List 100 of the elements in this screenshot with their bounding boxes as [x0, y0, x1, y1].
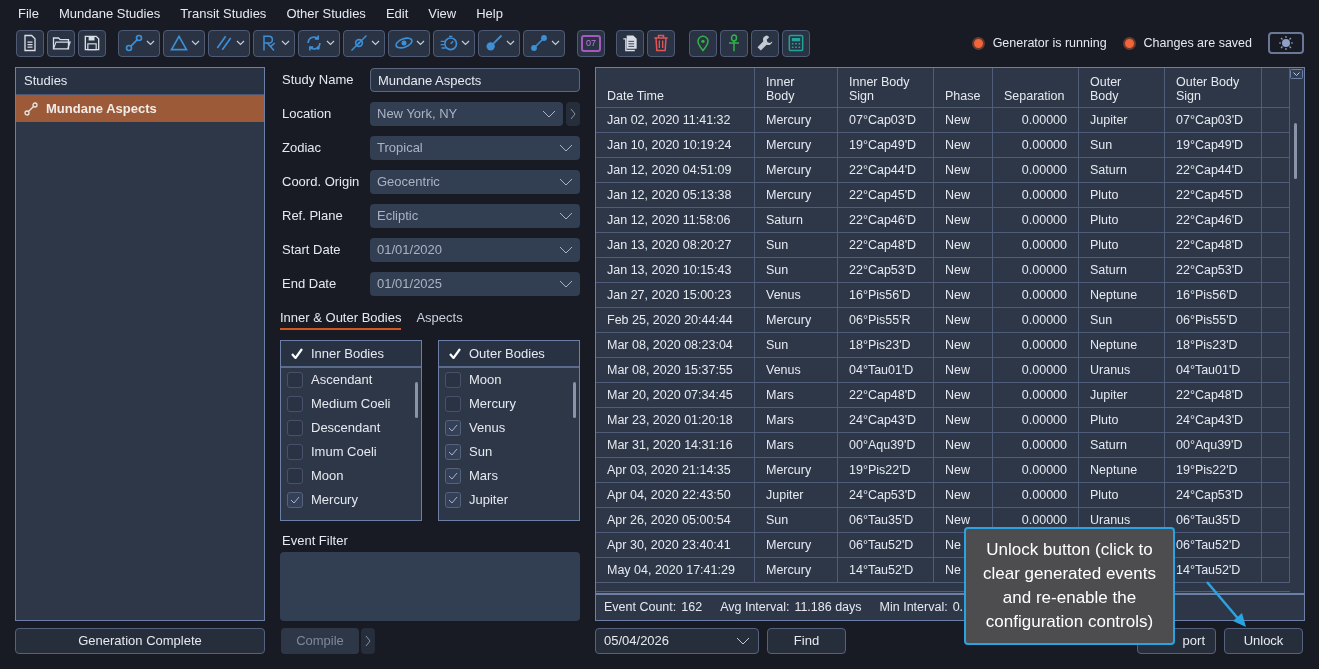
select-field[interactable]: 01/01/2025 — [370, 272, 580, 296]
column-header[interactable]: Date Time — [596, 68, 755, 108]
table-cell-text: 07°Cap03'D — [849, 111, 917, 129]
checkbox[interactable] — [287, 444, 303, 460]
table-cell-text: 22°Cap46'D — [1176, 211, 1244, 229]
scrollbar-thumb[interactable] — [415, 382, 418, 418]
scrollbar-thumb[interactable] — [1294, 123, 1297, 179]
unlock-button[interactable]: Unlock — [1224, 628, 1303, 654]
toolbar-button[interactable] — [616, 29, 644, 57]
study-name: Mundane Aspects — [46, 99, 157, 118]
table-cell-text: Jan 13, 2020 10:15:43 — [607, 261, 732, 279]
table-cell-text: 0.00000 — [1021, 111, 1067, 129]
tab[interactable]: Aspects — [416, 308, 463, 330]
toolbar-button[interactable] — [78, 29, 106, 57]
chevron-button[interactable] — [361, 628, 375, 654]
text-field[interactable]: Mundane Aspects — [370, 68, 580, 92]
column-header[interactable]: Separation — [993, 68, 1079, 108]
dropdown-button[interactable] — [388, 29, 430, 57]
dropdown-button[interactable] — [298, 29, 340, 57]
list-item-label: Mercury — [469, 395, 516, 414]
dropdown-button[interactable] — [253, 29, 295, 57]
table-cell-text: 0.00000 — [1021, 286, 1067, 304]
study-item[interactable]: Mundane Aspects — [16, 95, 264, 122]
checkbox[interactable] — [287, 468, 303, 484]
toolbar-button[interactable] — [47, 29, 75, 57]
checkbox[interactable] — [445, 420, 461, 436]
checkbox[interactable] — [445, 492, 461, 508]
list-item-label: Moon — [469, 371, 502, 390]
table-cell-text: 06°Tau35'D — [849, 511, 914, 529]
select-field[interactable]: Tropical — [370, 136, 580, 160]
table-cell-text: 0.00000 — [1021, 361, 1067, 379]
tab[interactable]: Inner & Outer Bodies — [280, 308, 402, 330]
column-header[interactable]: Inner Body — [755, 68, 838, 108]
checkbox[interactable] — [287, 396, 303, 412]
dropdown-button[interactable] — [343, 29, 385, 57]
table-cell-text: Neptune — [1090, 336, 1138, 354]
menu-item[interactable]: Mundane Studies — [50, 4, 169, 24]
dropdown-button[interactable] — [163, 29, 205, 57]
chevron-down-icon — [559, 246, 573, 254]
menu-item[interactable]: Edit — [377, 4, 417, 24]
table-cell-text: Ne — [945, 561, 961, 579]
dropdown-button[interactable] — [208, 29, 250, 57]
table-cell-text: Sun — [766, 336, 789, 354]
checkbox[interactable] — [287, 492, 303, 508]
toolbar-button[interactable] — [782, 29, 810, 57]
column-header[interactable]: Outer Body Sign — [1165, 68, 1262, 108]
table-cell-text: Mercury — [766, 561, 812, 579]
checkbox[interactable] — [287, 372, 303, 388]
toolbar-button[interactable] — [751, 29, 779, 57]
table-cell-text: Sun — [766, 511, 789, 529]
table-cell-text: New — [945, 461, 970, 479]
select-field[interactable]: Ecliptic — [370, 204, 580, 228]
scrollbar-thumb[interactable] — [573, 382, 576, 418]
check-mark[interactable] — [291, 348, 303, 359]
checkbox[interactable] — [445, 396, 461, 412]
theme-toggle-button[interactable] — [1268, 32, 1304, 54]
checkbox[interactable] — [445, 444, 461, 460]
list-item-label: Sun — [469, 443, 493, 462]
select-field[interactable]: New York, NY — [370, 102, 563, 126]
list-header: Outer Bodies — [469, 344, 545, 363]
toolbar-button[interactable] — [689, 29, 717, 57]
generation-complete-button[interactable]: Generation Complete — [15, 628, 265, 654]
dropdown-button[interactable] — [433, 29, 475, 57]
event-filter-field[interactable] — [280, 552, 580, 621]
sun-icon — [1279, 36, 1293, 50]
table-cell-text: 00°Aqu39'D — [849, 436, 916, 454]
table-cell-text: New — [945, 311, 970, 329]
find-button[interactable]: Find — [767, 628, 846, 654]
chevron-button[interactable] — [566, 102, 580, 126]
column-menu-icon[interactable] — [1290, 69, 1303, 79]
toolbar-button[interactable] — [720, 29, 748, 57]
table-cell-text: 22°Cap48'D — [849, 386, 917, 404]
select-field[interactable]: 01/01/2020 — [370, 238, 580, 262]
table-cell-text: Pluto — [1090, 211, 1119, 229]
toolbar-button[interactable] — [16, 29, 44, 57]
pointer-arrow — [1205, 580, 1247, 628]
table-cell-text: Apr 30, 2020 23:40:41 — [607, 536, 731, 554]
column-header[interactable]: Phase — [934, 68, 993, 108]
select-field[interactable]: Geocentric — [370, 170, 580, 194]
column-header[interactable]: Inner Body Sign — [838, 68, 934, 108]
stat-label: Event Count: — [604, 599, 677, 617]
dropdown-button[interactable] — [523, 29, 565, 57]
menu-item[interactable]: Help — [468, 4, 511, 24]
table-cell-text: Mercury — [766, 186, 812, 204]
dropdown-button[interactable] — [118, 29, 160, 57]
checkbox[interactable] — [445, 468, 461, 484]
table-cell-text: Venus — [766, 361, 801, 379]
check-mark[interactable] — [449, 348, 461, 359]
menu-item[interactable]: Other Studies — [278, 4, 374, 24]
field-label: Ref. Plane — [281, 207, 344, 226]
menu-item[interactable]: File — [10, 4, 47, 24]
column-header[interactable]: Outer Body — [1079, 68, 1165, 108]
toolbar-button[interactable]: 07 — [577, 29, 605, 57]
menu-item[interactable]: Transit Studies — [172, 4, 275, 24]
checkbox[interactable] — [287, 420, 303, 436]
dropdown-button[interactable] — [478, 29, 520, 57]
checkbox[interactable] — [445, 372, 461, 388]
table-cell-text: 24°Cap43'D — [1176, 411, 1244, 429]
date-select[interactable]: 05/04/2026 — [595, 628, 759, 654]
menu-item[interactable]: View — [420, 4, 465, 24]
